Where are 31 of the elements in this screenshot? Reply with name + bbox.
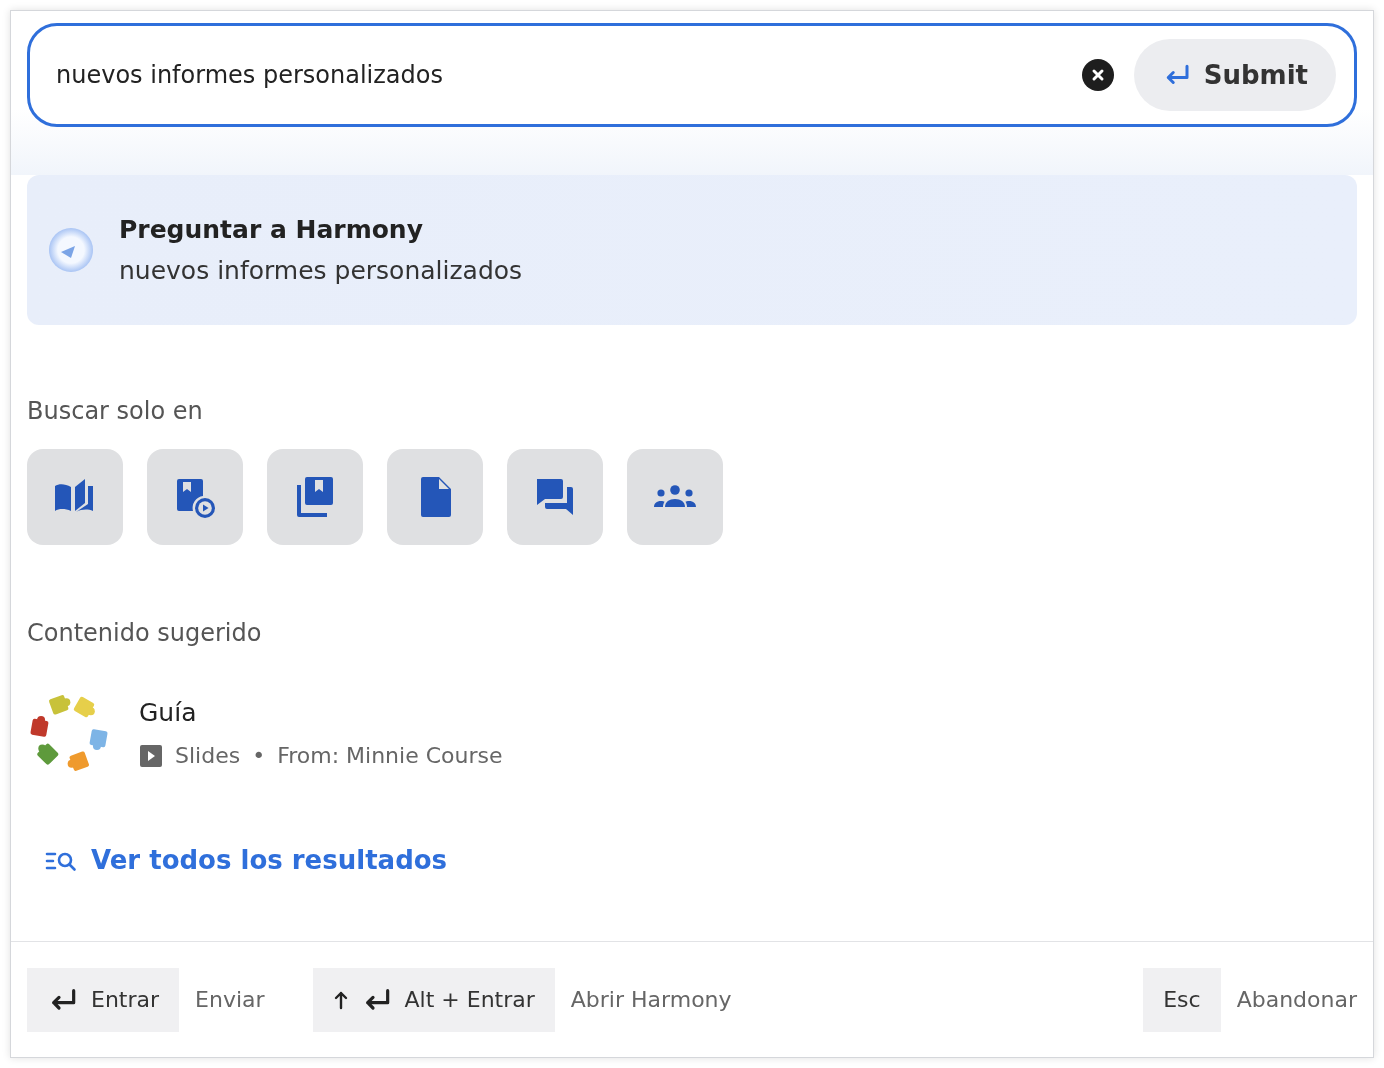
filter-button[interactable] [147, 449, 243, 545]
shortcut-action: Abandonar [1236, 986, 1357, 1014]
key-label: Alt + Entrar [404, 986, 535, 1014]
filter-button[interactable] [27, 449, 123, 545]
filter-button[interactable] [507, 449, 603, 545]
ask-title: Preguntar a Harmony [119, 213, 424, 246]
up-arrow-icon [332, 989, 349, 1010]
filter-button[interactable] [387, 449, 483, 545]
key-label: Esc [1163, 986, 1201, 1014]
close-icon [1090, 68, 1105, 82]
filter-heading: Buscar solo en [27, 397, 203, 425]
play-icon [139, 743, 163, 768]
ask-harmony-card[interactable]: Preguntar a Harmony nuevos informes personalizados [27, 175, 1357, 325]
search-field[interactable]: nuevos informes personalizados Submit [27, 23, 1357, 127]
view-all-link[interactable]: Ver todos los resultados [45, 841, 448, 880]
filter-button[interactable] [627, 449, 723, 545]
submit-button[interactable]: Submit [1133, 39, 1336, 111]
ask-query: nuevos informes personalizados [119, 255, 523, 287]
key-label: Entrar [91, 986, 160, 1014]
separator: • [252, 742, 266, 771]
clear-button[interactable] [1081, 59, 1114, 91]
item-source: From: Minnie Course [277, 742, 503, 771]
shortcut-action: Abrir Harmony [570, 986, 732, 1014]
shortcut-action: Enviar [195, 986, 265, 1014]
suggested-heading: Contenido sugerido [27, 619, 262, 647]
orb-icon [47, 226, 95, 274]
filter-button[interactable] [267, 449, 363, 545]
search-input[interactable]: nuevos informes personalizados [56, 57, 1082, 93]
suggested-item[interactable]: Guía Slides • From: Minnie Course [27, 691, 1357, 775]
item-title: Guía [139, 696, 198, 729]
item-type: Slides [175, 742, 241, 771]
